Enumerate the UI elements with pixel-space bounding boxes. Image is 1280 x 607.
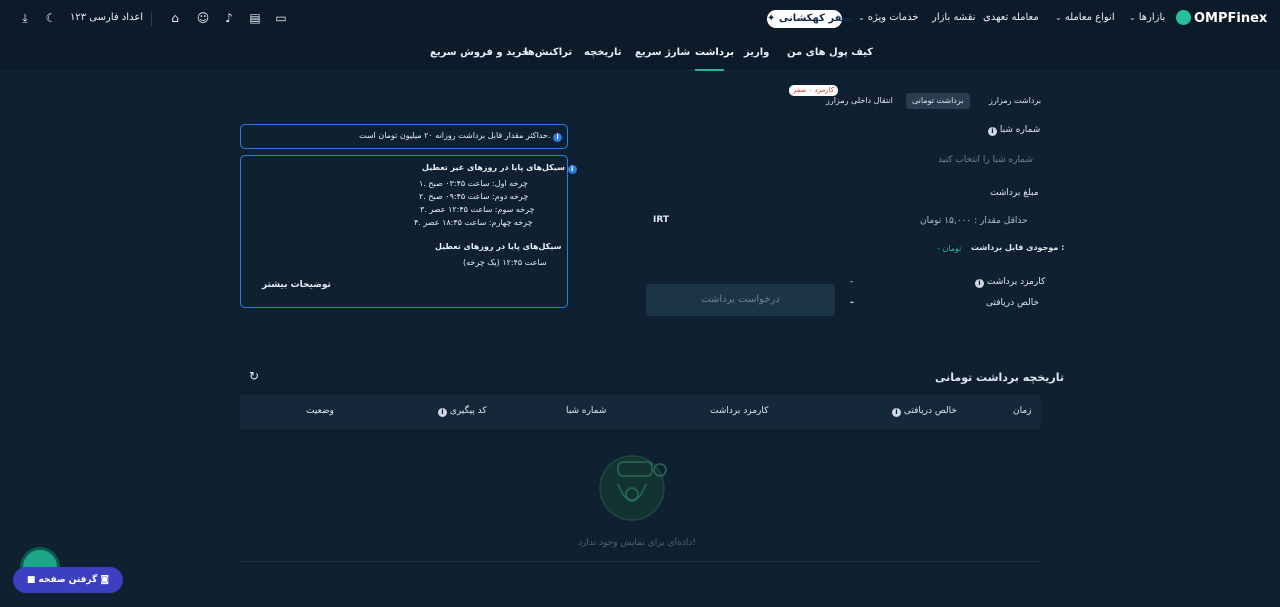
cycle-item: ۴. چرخه چهارم: ساعت ۱۸:۴۵ عصر — [414, 218, 533, 227]
refresh-icon[interactable]: ↻ — [247, 369, 261, 383]
sheba-label: i شماره شبا — [988, 125, 1040, 136]
tab-crypto-withdraw[interactable]: برداشت رمزارز — [983, 93, 1047, 109]
col-fee: کارمزد برداشت — [710, 406, 769, 416]
nav-trade-types[interactable]: ⌄ انواع معامله — [1055, 12, 1115, 23]
nav-markets[interactable]: ⌄ بازارها — [1129, 12, 1165, 23]
amount-label: مبلغ برداشت — [990, 188, 1039, 198]
page-tour-button[interactable]: ■ گرفتن صفحه ◙ — [13, 567, 123, 593]
tab-deposit[interactable]: واریز — [744, 47, 769, 58]
fee-badge: کارمزد ۰ صفر — [789, 85, 839, 96]
nav-market-map[interactable]: نقشه بازار — [932, 12, 976, 23]
fee-value: - — [850, 277, 854, 287]
limit-text: حداکثر مقدار قابل برداشت روزانه ۲۰ میلیو… — [359, 131, 563, 142]
amount-placeholder: حداقل مقدار : ۱۵,۰۰۰ تومان — [920, 216, 1028, 226]
download-icon[interactable]: ⤓ — [18, 11, 32, 25]
top-bar: OMPFinex ⌄ بازارها ⌄ انواع معامله معامله ت… — [0, 0, 1280, 38]
cycle-item: ۳. چرخه سوم: ساعت ۱۲:۴۵ عصر — [420, 205, 535, 214]
net-label: خالص دریافتی — [986, 298, 1040, 308]
clipboard-icon[interactable]: ▤ — [248, 11, 262, 25]
tab-toman-withdraw[interactable]: برداشت تومانی — [906, 93, 970, 109]
balance-label: موجودی قابل برداشت : — [971, 243, 1065, 252]
cycle-item: ۱. چرخه اول: ساعت ۰۳:۴۵ صبح — [419, 179, 528, 188]
info-icon[interactable]: i — [892, 408, 901, 417]
divider — [151, 12, 152, 26]
holiday-title: سیکل‌های پایا در روزهای تعطیل — [435, 242, 562, 251]
logo-icon — [1176, 10, 1191, 25]
tab-quick-buy-sell[interactable]: خرید و فروش سریع — [430, 47, 529, 58]
col-sheba: شماره شبا — [566, 406, 607, 416]
active-tab-indicator — [695, 69, 724, 71]
info-icon[interactable]: i — [988, 127, 997, 136]
brand-logo[interactable]: OMPFinex — [1176, 10, 1267, 26]
col-tracking-code: i کد پیگیری — [438, 406, 487, 417]
cycles-title: سیکل‌های پایا در روزهای غیر تعطیل i — [422, 163, 577, 174]
net-value: - — [850, 298, 854, 308]
chevron-down-icon: ⌄ — [1129, 13, 1136, 22]
table-bottom-divider — [240, 561, 1041, 562]
promo-button[interactable]: ✦ سفر کهکشانی — [767, 10, 852, 28]
tab-withdraw[interactable]: برداشت — [695, 47, 734, 58]
cycle-item: ۲. چرخه دوم: ساعت ۰۹:۴۵ صبح — [419, 192, 529, 201]
tab-history[interactable]: تاریخچه — [584, 47, 622, 58]
moon-icon[interactable]: ☾ — [44, 11, 58, 25]
tab-quick-charge[interactable]: شارژ سریع — [635, 47, 690, 58]
currency-label: IRT — [653, 215, 670, 225]
chevron-down-icon: ⌄ — [858, 13, 865, 22]
empty-text: داده‌ای برای نمایش وجود ندارد! — [578, 538, 696, 548]
info-icon[interactable]: i — [438, 408, 447, 417]
empty-state-illustration-icon — [599, 455, 667, 521]
wallet-icon[interactable]: ▭ — [274, 11, 288, 25]
nav-margin-trade[interactable]: معامله تعهدی — [983, 12, 1039, 23]
home-icon[interactable]: ⌂ — [168, 11, 182, 25]
balance-value: - تومان — [937, 244, 962, 253]
camera-icon: ◙ — [100, 575, 110, 585]
info-icon: i — [553, 133, 563, 142]
sheba-placeholder: شماره شبا را انتخاب کنید — [938, 155, 1034, 165]
digits-toggle[interactable]: اعداد فارسی ۱۲۳ — [70, 12, 143, 23]
fee-label: i کارمزد برداشت — [975, 277, 1045, 288]
holiday-text: ساعت ۱۲:۴۵ (یک چرخه) — [463, 258, 547, 267]
history-title: تاریخچه برداشت تومانی — [935, 371, 1064, 384]
nav-special-services[interactable]: ⌄ خدمات ویژه — [858, 12, 919, 23]
col-time: زمان — [1013, 406, 1032, 416]
info-icon[interactable]: i — [975, 279, 984, 288]
col-status: وضعیت — [306, 406, 334, 416]
stop-icon: ■ — [26, 575, 36, 585]
more-info-link[interactable]: توضیحات بیشتر — [262, 280, 331, 290]
chevron-down-icon: ⌄ — [1055, 13, 1062, 22]
tab-transactions[interactable]: تراکنش‌ها — [524, 47, 572, 58]
tab-my-wallets[interactable]: کیف پول های من — [787, 47, 873, 58]
support-icon[interactable]: ☺ — [196, 11, 210, 25]
rocket-icon: ✦ — [767, 13, 776, 24]
info-icon: i — [567, 165, 577, 174]
bell-icon[interactable]: ♪ — [222, 11, 236, 25]
submit-withdraw-button[interactable]: درخواست برداشت — [646, 284, 835, 316]
col-net: i خالص دریافتی — [892, 406, 957, 417]
